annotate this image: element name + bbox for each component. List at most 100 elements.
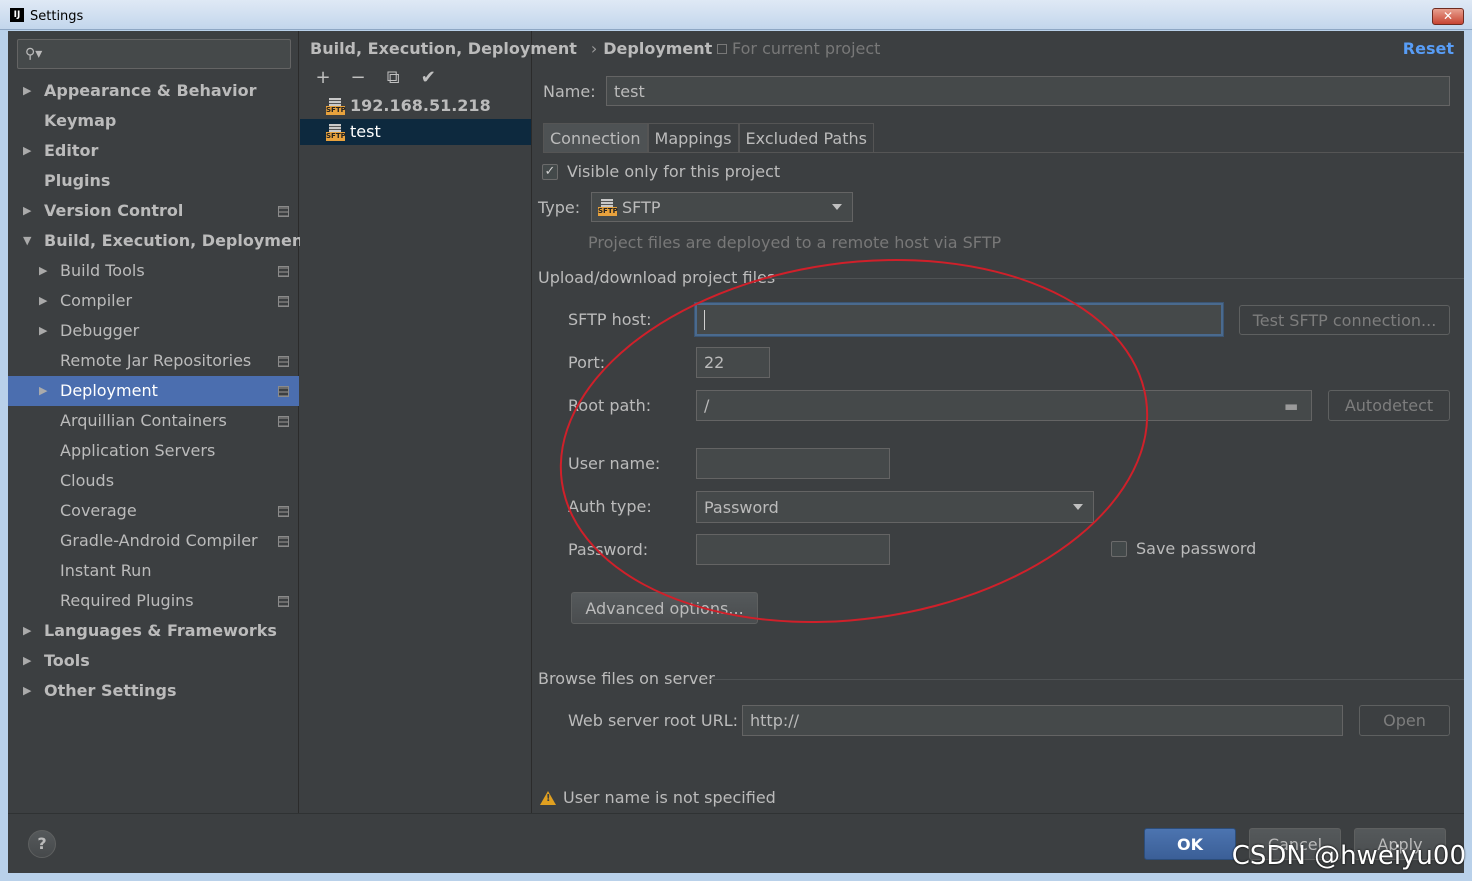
copy-server-button[interactable]: ⧉ — [378, 67, 408, 88]
upload-section-divider — [765, 278, 1464, 279]
sidebar-item-remote-jar-repositories[interactable]: Remote Jar Repositories — [8, 346, 299, 376]
window-close-button[interactable]: ✕ — [1432, 8, 1464, 25]
type-hint: Project files are deployed to a remote h… — [588, 233, 1002, 252]
ok-button[interactable]: OK — [1144, 828, 1236, 860]
sidebar-item-required-plugins[interactable]: Required Plugins — [8, 586, 299, 616]
collapsed-arrow-icon[interactable]: ▶ — [39, 286, 47, 316]
chevron-down-icon — [1073, 504, 1083, 510]
project-level-icon — [278, 596, 289, 607]
save-password-checkbox[interactable] — [1111, 541, 1127, 557]
collapsed-arrow-icon[interactable]: ▶ — [39, 256, 47, 286]
sidebar-item-version-control[interactable]: ▶ Version Control — [8, 196, 299, 226]
visible-only-label: Visible only for this project — [567, 162, 781, 181]
server-item-192-168-51-218[interactable]: SFTP 192.168.51.218 — [300, 93, 531, 119]
server-item-test[interactable]: SFTP test — [300, 119, 531, 145]
web-server-root-url-label: Web server root URL: — [568, 711, 738, 730]
remove-server-button[interactable]: − — [343, 67, 373, 88]
reset-link[interactable]: Reset — [1403, 39, 1454, 58]
name-input[interactable]: test — [606, 76, 1450, 106]
sidebar-item-instant-run[interactable]: Instant Run — [8, 556, 299, 586]
sidebar-item-gradle-android-compiler[interactable]: Gradle-Android Compiler — [8, 526, 299, 556]
sidebar-item-clouds[interactable]: Clouds — [8, 466, 299, 496]
collapsed-arrow-icon[interactable]: ▶ — [23, 76, 31, 106]
window-title-bar: IJ Settings ✕ — [0, 0, 1472, 30]
sidebar-item-languages-frameworks[interactable]: ▶ Languages & Frameworks — [8, 616, 299, 646]
collapsed-arrow-icon[interactable]: ▶ — [23, 196, 31, 226]
root-path-input[interactable]: / — [696, 390, 1312, 421]
sidebar-item-other-settings[interactable]: ▶ Other Settings — [8, 676, 299, 706]
sidebar-item-label: Other Settings — [44, 681, 177, 700]
sidebar-item-label: Tools — [44, 651, 90, 670]
advanced-options-button[interactable]: Advanced options... — [571, 592, 758, 624]
sidebar-item-plugins[interactable]: Plugins — [8, 166, 299, 196]
settings-search-input[interactable]: ⚲▾ — [17, 39, 291, 69]
sidebar-item-label: Version Control — [44, 201, 184, 220]
sidebar-item-deployment[interactable]: ▶ Deployment — [8, 376, 299, 406]
browse-section-divider — [705, 679, 1464, 680]
project-level-icon — [278, 296, 289, 307]
sidebar-item-editor[interactable]: ▶ Editor — [8, 136, 299, 166]
search-icon: ⚲▾ — [25, 46, 43, 62]
project-level-icon — [278, 536, 289, 547]
project-scope-icon — [717, 44, 727, 54]
server-toolbar: + − ⧉ ✔ — [308, 67, 443, 89]
set-default-server-button[interactable]: ✔ — [413, 67, 443, 88]
deployment-config-panel: Build, Execution, Deployment›Deployment … — [533, 31, 1464, 813]
user-name-input[interactable] — [696, 448, 890, 479]
sftp-host-input[interactable] — [695, 303, 1223, 336]
sidebar-item-label: Build, Execution, Deployment — [44, 231, 311, 250]
sidebar-item-label: Build Tools — [60, 261, 145, 280]
text-caret — [704, 309, 705, 330]
collapsed-arrow-icon[interactable]: ▶ — [23, 616, 31, 646]
sidebar-item-coverage[interactable]: Coverage — [8, 496, 299, 526]
auth-type-select[interactable]: Password — [696, 491, 1094, 523]
sidebar-item-label: Deployment — [60, 381, 158, 400]
sftp-type-icon: SFTP — [598, 199, 618, 216]
tab-excluded-paths[interactable]: Excluded Paths — [738, 123, 874, 152]
collapsed-arrow-icon[interactable]: ▶ — [39, 376, 47, 406]
sidebar-item-appearance-behavior[interactable]: ▶ Appearance & Behavior — [8, 76, 299, 106]
open-button[interactable]: Open — [1359, 705, 1450, 736]
collapsed-arrow-icon[interactable]: ▶ — [23, 676, 31, 706]
project-level-icon — [278, 206, 289, 217]
project-level-icon — [278, 386, 289, 397]
expanded-arrow-icon[interactable]: ▼ — [23, 226, 31, 256]
sidebar-item-label: Application Servers — [60, 441, 216, 460]
sidebar-item-label: Gradle-Android Compiler — [60, 531, 258, 550]
collapsed-arrow-icon[interactable]: ▶ — [23, 136, 31, 166]
name-label: Name: — [543, 82, 596, 101]
visible-only-checkbox[interactable]: ✓ — [542, 164, 558, 180]
sftp-server-icon: SFTP — [326, 124, 346, 141]
sidebar-item-arquillian-containers[interactable]: Arquillian Containers — [8, 406, 299, 436]
autodetect-button[interactable]: Autodetect — [1328, 390, 1450, 421]
password-input[interactable] — [696, 534, 890, 565]
help-button[interactable]: ? — [28, 830, 56, 858]
sidebar-item-build-execution-deployment[interactable]: ▼ Build, Execution, Deployment — [8, 226, 311, 256]
web-server-root-url-input[interactable]: http:// — [742, 705, 1343, 736]
sidebar-item-label: Editor — [44, 141, 99, 160]
deployment-server-panel: Build, Execution, Deployment + − ⧉ ✔ SFT… — [300, 31, 577, 813]
tab-connection[interactable]: Connection — [543, 123, 648, 152]
sidebar-item-label: Coverage — [60, 501, 137, 520]
add-server-button[interactable]: + — [308, 67, 338, 88]
tab-mappings[interactable]: Mappings — [647, 123, 739, 152]
test-sftp-connection-button[interactable]: Test SFTP connection... — [1239, 305, 1450, 335]
sidebar-item-tools[interactable]: ▶ Tools — [8, 646, 299, 676]
settings-dialog: ⚲▾ ▶ Appearance & Behavior Keymap ▶ Editor Pl… — [8, 31, 1464, 873]
sidebar-item-build-tools[interactable]: ▶ Build Tools — [8, 256, 299, 286]
sidebar-item-keymap[interactable]: Keymap — [8, 106, 299, 136]
breadcrumb-current-label: Deployment — [603, 39, 713, 58]
sidebar-item-debugger[interactable]: ▶ Debugger — [8, 316, 299, 346]
upload-section-title: Upload/download project files — [538, 268, 776, 287]
sidebar-item-application-servers[interactable]: Application Servers — [8, 436, 299, 466]
type-select[interactable]: SFTP SFTP — [591, 192, 853, 222]
folder-icon[interactable]: ▬ — [1284, 397, 1298, 415]
type-value: SFTP — [622, 197, 661, 217]
port-input[interactable]: 22 — [696, 347, 770, 378]
web-server-root-url-value: http:// — [750, 711, 800, 730]
sidebar-item-compiler[interactable]: ▶ Compiler — [8, 286, 299, 316]
collapsed-arrow-icon[interactable]: ▶ — [23, 646, 31, 676]
sidebar-item-label: Remote Jar Repositories — [60, 351, 252, 370]
browse-section-title: Browse files on server — [538, 669, 715, 688]
collapsed-arrow-icon[interactable]: ▶ — [39, 316, 47, 346]
